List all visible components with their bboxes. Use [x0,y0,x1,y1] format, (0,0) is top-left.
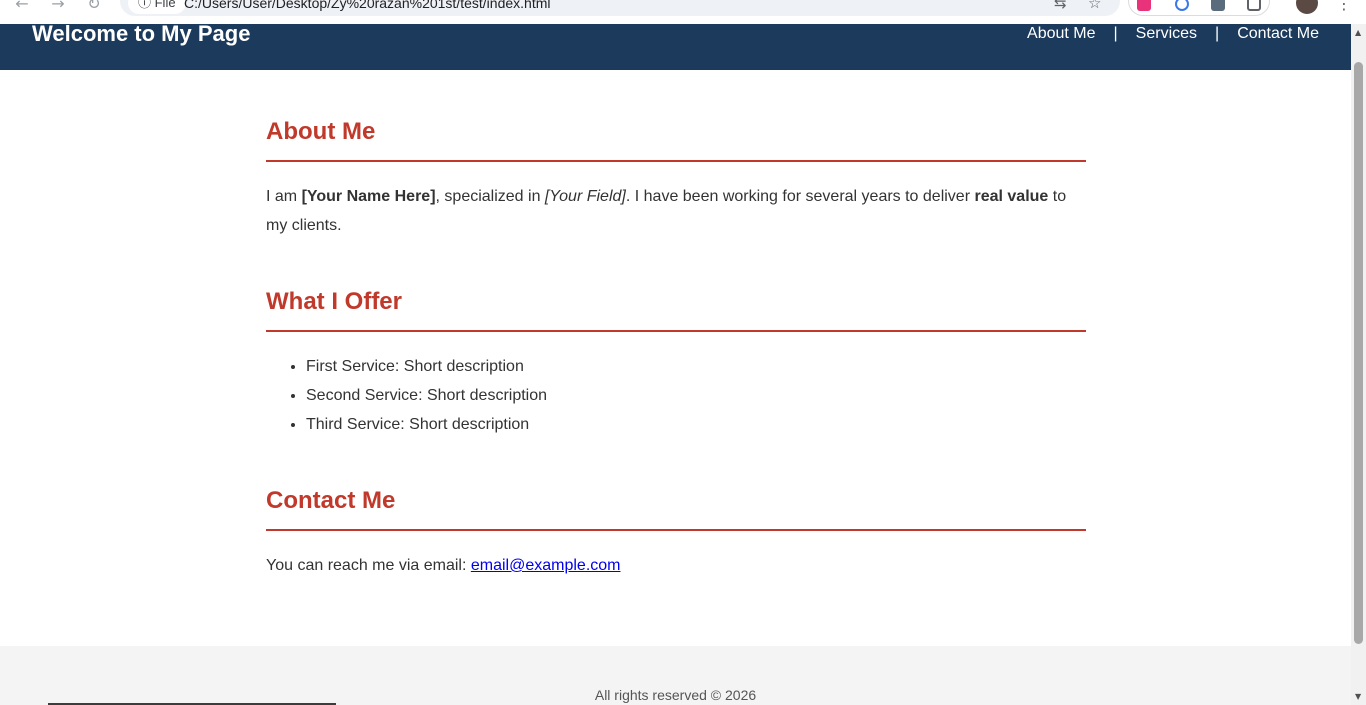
about-name: [Your Name Here] [301,188,436,205]
forward-icon[interactable]: → [46,0,70,14]
scroll-down-arrow-icon[interactable]: ▼ [1355,692,1361,701]
list-item: First Service: Short description [306,352,1086,381]
translate-icon[interactable]: ⇆ [1054,0,1067,12]
site-nav: About Me | Services | Contact Me [1027,24,1319,44]
bookmark-star-icon[interactable]: ☆ [1088,0,1101,12]
about-text-1: I am [266,188,302,205]
about-highlight: real value [974,188,1049,205]
extensions-puzzle-icon[interactable] [1247,0,1261,11]
about-text-2: , specialized in [435,188,545,205]
reload-icon[interactable]: ↻ [82,0,106,14]
extension-film-icon[interactable] [1211,0,1225,11]
email-link[interactable]: email@example.com [471,557,621,574]
page-viewport: Welcome to My Page About Me | Services |… [0,24,1351,705]
browser-menu-icon[interactable]: ⋮ [1336,0,1352,13]
list-item: Third Service: Short description [306,410,1086,439]
scroll-thumb[interactable] [1354,62,1363,644]
about-section: About Me I am [Your Name Here], speciali… [266,118,1086,240]
contact-section: Contact Me You can reach me via email: e… [266,487,1086,580]
address-url[interactable]: C:/Users/User/Desktop/Zy%20razan%201st/t… [184,0,550,11]
scroll-up-arrow-icon[interactable]: ▲ [1355,28,1361,37]
extension-pink-icon[interactable] [1137,0,1151,11]
about-paragraph: I am [Your Name Here], specialized in [Y… [266,182,1086,240]
services-section: What I Offer First Service: Short descri… [266,288,1086,439]
extensions-group [1128,0,1270,16]
profile-avatar[interactable] [1296,0,1318,14]
contact-heading: Contact Me [266,487,1086,531]
back-icon[interactable]: ← [10,0,34,14]
nav-separator: | [1113,25,1118,42]
address-bar[interactable]: ⓘ File C:/Users/User/Desktop/Zy%20razan%… [120,0,1120,16]
vertical-scrollbar[interactable]: ▲ ▼ [1351,24,1366,705]
list-item: Second Service: Short description [306,381,1086,410]
about-field: [Your Field] [544,188,626,205]
site-title: Welcome to My Page [32,24,251,46]
nav-link-contact[interactable]: Contact Me [1237,25,1319,43]
footer-copyright: All rights reserved © 2026 [594,687,757,703]
services-heading: What I Offer [266,288,1086,332]
contact-text: You can reach me via email: [266,557,471,574]
nav-separator: | [1215,25,1220,42]
extension-blue-icon[interactable] [1175,0,1189,11]
about-heading: About Me [266,118,1086,162]
browser-toolbar: ← → ↻ ⓘ File C:/Users/User/Desktop/Zy%20… [0,0,1366,24]
nav-link-services[interactable]: Services [1136,25,1197,43]
nav-link-about[interactable]: About Me [1027,25,1095,43]
contact-paragraph: You can reach me via email: email@exampl… [266,551,1086,580]
about-text-3: . I have been working for several years … [625,188,975,205]
main-content: About Me I am [Your Name Here], speciali… [266,70,1086,580]
site-info-chip[interactable]: ⓘ File [128,0,186,14]
site-header: Welcome to My Page About Me | Services |… [0,24,1351,70]
site-footer: All rights reserved © 2026 [0,646,1351,705]
services-list: First Service: Short description Second … [266,352,1086,439]
